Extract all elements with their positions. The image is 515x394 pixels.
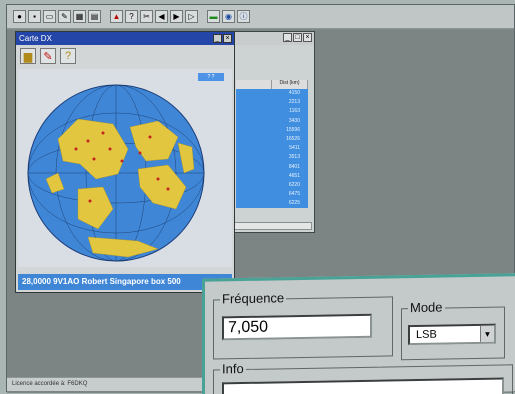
table-window-titlebar: _ □ ×: [232, 32, 314, 45]
table-row[interactable]: 3513: [236, 153, 308, 162]
minimize-button[interactable]: _: [213, 34, 222, 43]
close-button[interactable]: ×: [223, 34, 232, 43]
table-row[interactable]: 5411: [236, 144, 308, 153]
world-map[interactable]: ? ?: [18, 69, 232, 267]
carte-dx-window: Carte DX _ × ▆ ✎ ? ? ? 28,0000 9V1AO Rob…: [15, 31, 235, 293]
save-icon[interactable]: ▪: [28, 10, 41, 23]
chart-icon[interactable]: ▬: [207, 10, 220, 23]
info-group: Info: [213, 360, 513, 394]
table-row[interactable]: 6475: [236, 190, 308, 199]
window-controls: _ ×: [213, 34, 234, 43]
info-icon[interactable]: ◉: [222, 10, 235, 23]
about-icon[interactable]: ⓘ: [237, 10, 250, 23]
column-header-dist[interactable]: Dist (km): [272, 80, 308, 89]
table-row[interactable]: 16526: [236, 135, 308, 144]
minimize-button[interactable]: _: [283, 33, 292, 42]
chevron-down-icon[interactable]: ▼: [480, 325, 494, 342]
folder-icon[interactable]: ▤: [88, 10, 101, 23]
table-row[interactable]: 6225: [236, 199, 308, 208]
table-row[interactable]: 1163: [236, 107, 308, 116]
globe-icon[interactable]: ●: [13, 10, 26, 23]
distance-table: Dist (km) 4150 2213 1163 3430 15596 1652…: [236, 80, 308, 209]
mode-label: Mode: [408, 299, 445, 316]
column-header[interactable]: [236, 80, 272, 89]
table-row[interactable]: 4651: [236, 172, 308, 181]
info-label: Info: [220, 360, 246, 377]
table-rows: 4150 2213 1163 3430 15596 16526 5411 351…: [236, 89, 308, 209]
mode-group: Mode LSB ▼: [401, 299, 505, 361]
table-row[interactable]: 6220: [236, 181, 308, 190]
open-folder-icon[interactable]: ▆: [20, 48, 36, 64]
window-title: Carte DX: [19, 34, 52, 43]
grid-icon[interactable]: ▦: [73, 10, 86, 23]
carte-dx-titlebar: Carte DX _ ×: [16, 32, 234, 45]
horizontal-scrollbar[interactable]: [234, 222, 312, 230]
main-toolbar: ● ▪ ▭ ✎ ▦ ▤ ▲ ? ✂ ◀ ▶ ▷ ▬ ◉ ⓘ: [7, 5, 514, 29]
info-field[interactable]: [222, 377, 504, 394]
mode-select-value: LSB: [416, 328, 437, 341]
close-button[interactable]: ×: [303, 33, 312, 42]
table-header: Dist (km): [236, 80, 308, 89]
distance-table-window: _ □ × Dist (km) 4150 2213 1163 3430 1559…: [231, 31, 315, 233]
table-row[interactable]: 15596: [236, 126, 308, 135]
frequency-field[interactable]: 7,050: [222, 313, 372, 341]
alert-icon[interactable]: ▲: [110, 10, 123, 23]
help-question-icon[interactable]: ?: [60, 48, 76, 64]
map-mode-button[interactable]: ? ?: [198, 73, 224, 81]
prev-icon[interactable]: ◀: [155, 10, 168, 23]
frequency-label: Fréquence: [220, 290, 287, 307]
table-row[interactable]: 3430: [236, 117, 308, 126]
azimuthal-globe: [27, 84, 205, 262]
frequency-panel: Fréquence 7,050 Mode LSB ▼ Info: [202, 273, 515, 394]
print-icon[interactable]: ▭: [43, 10, 56, 23]
table-row[interactable]: 8401: [236, 163, 308, 172]
pencil-icon[interactable]: ✎: [40, 48, 56, 64]
status-bar: Licence accordée à: F6DKQ: [7, 377, 217, 391]
end-icon[interactable]: ▷: [185, 10, 198, 23]
help-icon[interactable]: ?: [125, 10, 138, 23]
mode-select[interactable]: LSB ▼: [408, 323, 496, 346]
tool-icon[interactable]: ✎: [58, 10, 71, 23]
table-row[interactable]: 4150: [236, 89, 308, 98]
selected-station-info: 28,0000 9V1AO Robert Singapore box 500: [18, 274, 232, 290]
table-row[interactable]: 2213: [236, 98, 308, 107]
map-toolbar: ▆ ✎ ?: [16, 45, 234, 67]
maximize-button[interactable]: □: [293, 33, 302, 42]
next-icon[interactable]: ▶: [170, 10, 183, 23]
frequency-group: Fréquence 7,050: [213, 290, 393, 360]
cut-icon[interactable]: ✂: [140, 10, 153, 23]
